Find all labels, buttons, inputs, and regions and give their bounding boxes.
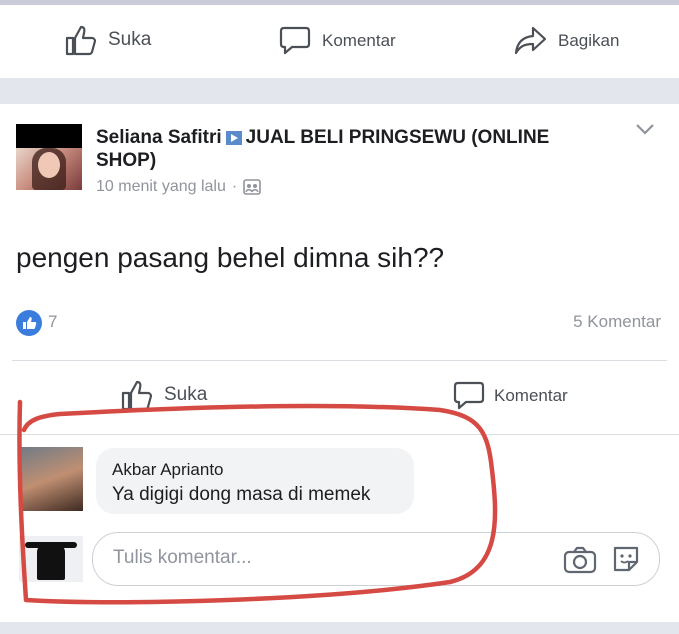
top-share-button[interactable]: Bagikan (514, 25, 619, 57)
commenter-avatar[interactable] (19, 447, 83, 511)
thumbs-up-icon (120, 378, 154, 412)
post-meta: 10 menit yang lalu · (96, 178, 261, 196)
reaction-divider (12, 360, 667, 361)
top-comment-label: Komentar (322, 31, 396, 50)
post-comment-label: Komentar (494, 386, 568, 405)
comment-input[interactable]: Tulis komentar... (92, 532, 660, 586)
top-like-button[interactable]: Suka (64, 23, 151, 57)
post-comment-button[interactable]: Komentar (452, 380, 568, 412)
post-options-button[interactable] (634, 122, 656, 136)
thumbs-up-icon (64, 23, 98, 57)
meta-dot: · (231, 178, 238, 195)
like-count[interactable]: 7 (48, 312, 57, 332)
top-comment-button[interactable]: Komentar (278, 25, 396, 57)
feed-separator (0, 78, 679, 104)
comment-icon (452, 380, 486, 412)
comment-icon (278, 25, 312, 57)
post-action-bar: Suka Komentar (0, 372, 679, 418)
top-action-bar: Suka Komentar Bagikan (0, 5, 679, 77)
sticker-icon[interactable] (611, 544, 641, 579)
comment-input-placeholder: Tulis komentar... (113, 547, 252, 568)
post-header-title: Seliana Safitri JUAL BELI PRINGSEWU (ONLI… (96, 126, 566, 172)
group-audience-icon (243, 179, 261, 195)
top-share-label: Bagikan (558, 31, 620, 50)
comment-count[interactable]: 5 Komentar (573, 312, 661, 332)
current-user-avatar[interactable] (19, 536, 83, 582)
top-like-label: Suka (108, 29, 152, 50)
post-body-text: pengen pasang behel dimna sih?? (16, 242, 445, 273)
comment-bubble[interactable]: Akbar Aprianto Ya digigi dong masa di me… (96, 448, 414, 514)
avatar-redaction (16, 124, 82, 148)
camera-icon[interactable] (563, 545, 597, 580)
post-card: Seliana Safitri JUAL BELI PRINGSEWU (ONLI… (0, 104, 679, 624)
like-reaction-icon[interactable] (16, 310, 42, 336)
share-icon (514, 25, 548, 57)
group-arrow-icon (225, 130, 242, 145)
chevron-down-icon (634, 122, 656, 136)
author-name[interactable]: Seliana Safitri (96, 127, 222, 148)
comments-divider (0, 434, 679, 435)
post-like-label: Suka (164, 384, 208, 405)
bottom-separator (0, 622, 679, 634)
post-timestamp[interactable]: 10 menit yang lalu (96, 178, 226, 196)
post-like-button[interactable]: Suka (120, 378, 207, 412)
author-avatar[interactable] (16, 124, 82, 190)
comment-text: Ya digigi dong masa di memek (112, 484, 371, 505)
comment-author[interactable]: Akbar Aprianto (112, 460, 224, 480)
